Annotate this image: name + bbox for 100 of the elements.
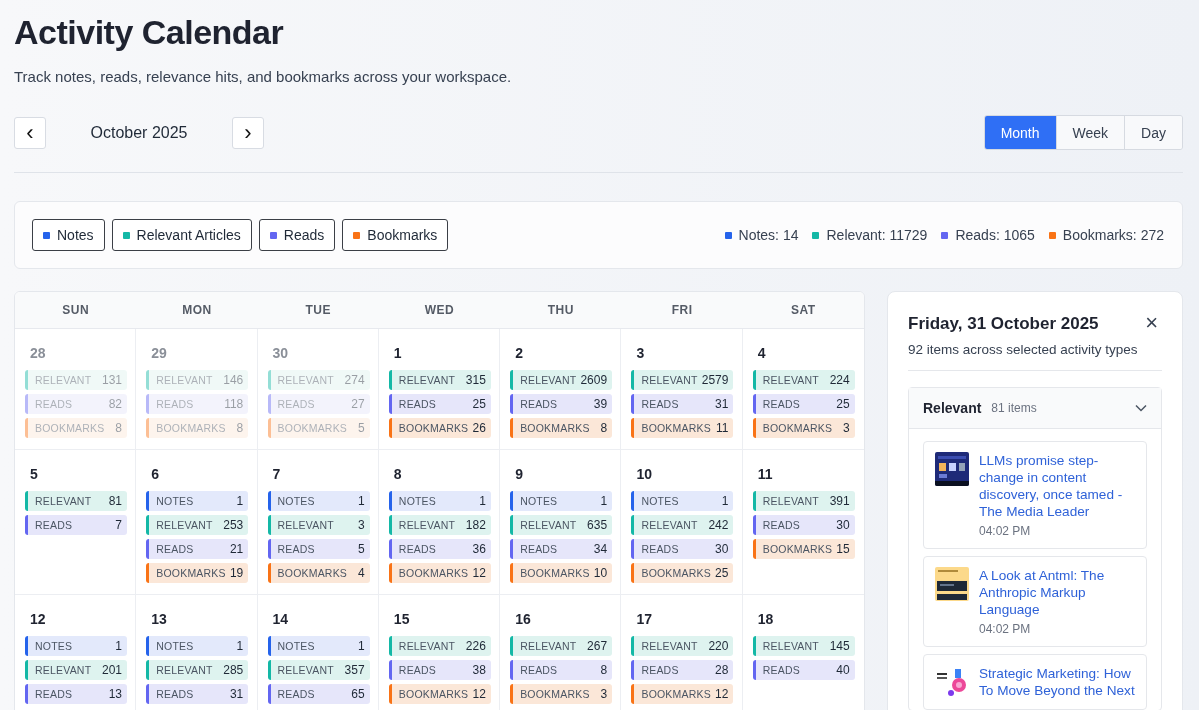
activity-chip[interactable]: BOOKMARKS 12	[388, 684, 491, 704]
activity-chip[interactable]: BOOKMARKS 4	[267, 563, 370, 583]
activity-chip[interactable]: RELEVANT 391	[752, 491, 855, 511]
activity-chip[interactable]: RELEVANT 145	[752, 636, 855, 656]
activity-chip[interactable]: RELEVANT 224	[752, 370, 855, 390]
activity-chip[interactable]: BOOKMARKS 8	[510, 418, 613, 438]
activity-chip[interactable]: NOTES 1	[388, 491, 491, 511]
activity-chip[interactable]: READS 65	[267, 684, 370, 704]
panel-title: Friday, 31 October 2025	[908, 314, 1100, 334]
activity-chip[interactable]: NOTES 1	[146, 636, 249, 656]
day-number: 13	[151, 611, 167, 627]
activity-chip[interactable]: RELEVANT 2609	[510, 370, 613, 390]
activity-chip[interactable]: RELEVANT 635	[510, 515, 613, 535]
activity-chip[interactable]: BOOKMARKS 15	[752, 539, 855, 559]
filter-button[interactable]: Reads	[258, 219, 336, 251]
activity-chip[interactable]: READS 38	[388, 660, 491, 680]
activity-chip[interactable]: BOOKMARKS 25	[631, 563, 734, 583]
month-label: October 2025	[89, 123, 189, 142]
filter-button[interactable]: Relevant Articles	[111, 219, 252, 251]
activity-chip[interactable]: BOOKMARKS 3	[510, 684, 613, 704]
weekday-header: WED	[378, 292, 501, 329]
view-tab[interactable]: Day	[1124, 116, 1182, 149]
day-number: 15	[393, 611, 410, 627]
activity-chip[interactable]: READS 39	[510, 394, 613, 414]
activity-chip[interactable]: READS 5	[267, 539, 370, 559]
activity-chip[interactable]: BOOKMARKS 12	[388, 563, 491, 583]
activity-chip[interactable]: BOOKMARKS 19	[146, 563, 249, 583]
activity-chip[interactable]: RELEVANT 242	[631, 515, 734, 535]
weekday-header: SUN	[15, 292, 137, 329]
article-time: 04:02 PM	[979, 524, 1032, 538]
activity-chip[interactable]: READS 31	[631, 394, 734, 414]
activity-chip[interactable]: RELEVANT 267	[510, 636, 613, 656]
day-number: 29	[151, 345, 167, 361]
activity-chip[interactable]: NOTES 1	[267, 491, 370, 511]
activity-chip[interactable]: READS 13	[25, 684, 127, 704]
day-number: 6	[151, 466, 160, 482]
activity-chip[interactable]: BOOKMARKS 10	[510, 563, 613, 583]
activity-chip[interactable]: RELEVANT 2579	[631, 370, 734, 390]
weekday-header: TUE	[257, 292, 379, 329]
activity-chip[interactable]: RELEVANT 182	[388, 515, 491, 535]
activity-chip[interactable]: READS 21	[146, 539, 249, 559]
article-link[interactable]: LLMs promise step-change in content discovery, once tamed - The Media Leader	[979, 452, 1140, 520]
activity-chip[interactable]: READS 34	[510, 539, 613, 559]
activity-chip[interactable]: READS 36	[388, 539, 491, 559]
article-link[interactable]: A Look at Antml: The Anthropic Markup Language	[979, 567, 1140, 618]
activity-chip[interactable]: RELEVANT 253	[146, 515, 249, 535]
activity-chip[interactable]: NOTES 1	[510, 491, 613, 511]
previous-button[interactable]: ‹	[14, 116, 46, 149]
total-label: Notes: 14	[738, 227, 799, 243]
filter-button[interactable]: Bookmarks	[342, 219, 449, 251]
day-number: 18	[757, 611, 774, 627]
activity-chip[interactable]: BOOKMARKS 26	[388, 418, 491, 438]
activity-chip[interactable]: RELEVANT 3	[267, 515, 370, 535]
activity-chip[interactable]: READS 7	[25, 515, 127, 535]
activity-chip[interactable]: RELEVANT 220	[631, 636, 734, 656]
activity-chip[interactable]: READS 25	[388, 394, 491, 414]
total-label: Relevant: 11729	[826, 227, 928, 243]
day-number: 16	[515, 611, 531, 627]
weekday-header: MON	[136, 292, 258, 329]
day-number: 8	[393, 466, 402, 482]
day-number: 28	[30, 345, 46, 361]
weekday-header: FRI	[621, 292, 743, 329]
weekday-header: SAT	[742, 292, 864, 329]
group-header[interactable]: Relevant 81 items	[909, 388, 1161, 429]
activity-chip[interactable]: NOTES 1	[267, 636, 370, 656]
article-link[interactable]: Strategic Marketing: How To Move Beyond the Next	[979, 665, 1140, 699]
day-number: 7	[272, 466, 281, 482]
activity-chip[interactable]: RELEVANT 315	[388, 370, 491, 390]
day-number: 1	[393, 345, 402, 361]
activity-chip[interactable]: RELEVANT 81	[25, 491, 127, 511]
weekday-header: THU	[500, 292, 622, 329]
day-number: 10	[636, 466, 652, 482]
day-number: 9	[515, 466, 523, 482]
activity-chip[interactable]: NOTES 1	[146, 491, 249, 511]
article-time: 04:02 PM	[979, 622, 1032, 636]
activity-chip[interactable]: RELEVANT 357	[267, 660, 370, 680]
activity-chip[interactable]: RELEVANT 285	[146, 660, 249, 680]
activity-chip[interactable]: BOOKMARKS 11	[631, 418, 734, 438]
filter-button[interactable]: Notes	[32, 219, 105, 251]
day-number: 5	[30, 466, 38, 482]
activity-chip[interactable]: RELEVANT 201	[25, 660, 127, 680]
day-number: 3	[636, 345, 645, 361]
activity-chip[interactable]: READS 25	[752, 394, 855, 414]
view-tab[interactable]: Week	[1055, 116, 1125, 149]
activity-chip[interactable]: READS 30	[752, 515, 855, 535]
activity-chip[interactable]: BOOKMARKS 3	[752, 418, 855, 438]
activity-chip[interactable]: READS 30	[631, 539, 734, 559]
close-button[interactable]: ×	[1141, 312, 1162, 334]
activity-chip[interactable]: NOTES 1	[631, 491, 734, 511]
activity-chip[interactable]: READS 28	[631, 660, 734, 680]
activity-chip[interactable]: BOOKMARKS 12	[631, 684, 734, 704]
activity-chip[interactable]: READS 31	[146, 684, 249, 704]
activity-chip[interactable]: RELEVANT 226	[388, 636, 491, 656]
activity-chip[interactable]: NOTES 1	[25, 636, 127, 656]
view-tab[interactable]: Month	[984, 116, 1056, 149]
activity-chip[interactable]: READS 40	[752, 660, 855, 680]
day-number: 11	[757, 466, 773, 482]
page-subtitle: Track notes, reads, relevance hits, and bookmarks across your workspace.	[14, 68, 513, 85]
activity-chip[interactable]: READS 8	[510, 660, 613, 680]
next-button[interactable]: ›	[232, 116, 264, 149]
